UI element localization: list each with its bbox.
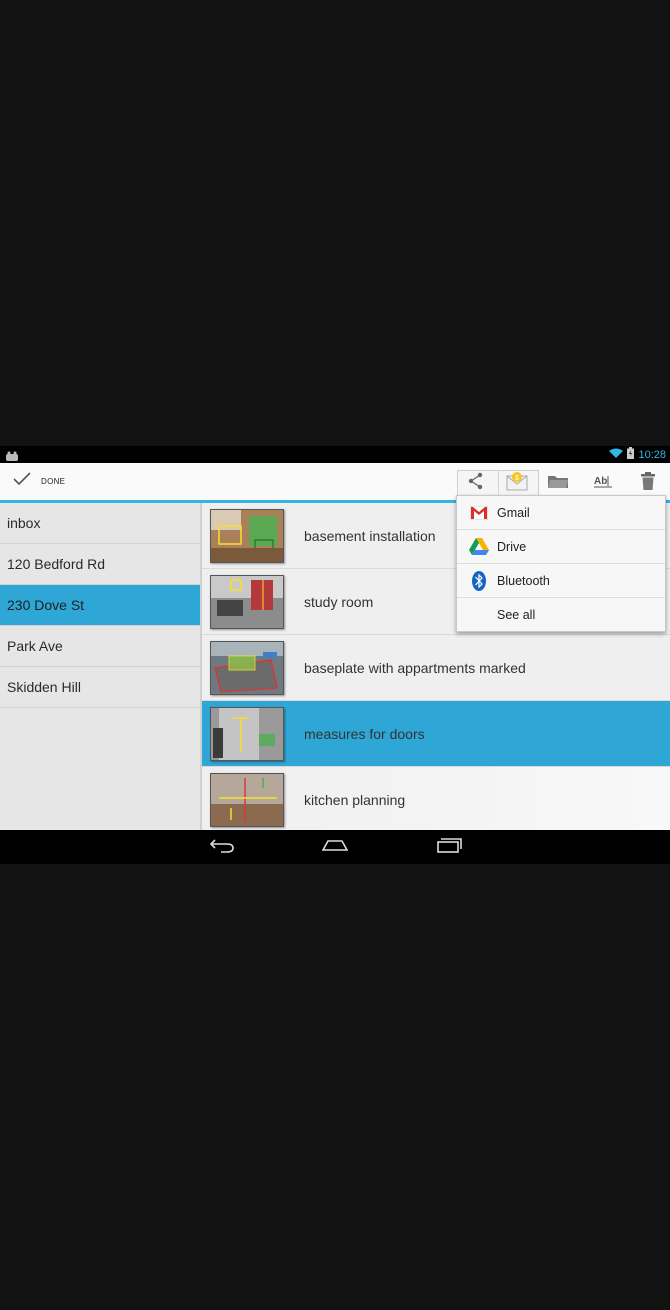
back-icon [209,837,235,858]
battery-icon [627,446,635,464]
mail-icon: $ [506,471,528,496]
navigation-bar [0,830,670,864]
share-option-drive[interactable]: Drive [457,530,665,564]
svg-text:Ab: Ab [594,476,607,487]
thumbnail-image [210,772,284,827]
folder-item-230-dove-st[interactable]: 230 Dove St [0,585,200,626]
checkmark-icon [12,471,32,492]
share-option-label: Bluetooth [497,573,550,588]
folder-label: inbox [7,515,41,531]
share-option-gmail[interactable]: Gmail [457,496,665,530]
thumbnail-image [210,706,284,761]
share-button[interactable] [460,471,492,495]
rename-button[interactable]: Ab [587,471,619,495]
list-item[interactable]: baseplate with appartments marked [202,635,670,701]
move-to-folder-button[interactable] [542,471,574,495]
share-action-provider: $ [457,470,539,496]
folder-item-skidden-hill[interactable]: Skidden Hill [0,667,200,708]
item-label: basement installation [304,527,436,544]
item-label: study room [304,593,374,610]
back-button[interactable] [208,837,236,857]
item-label: measures for doors [304,725,425,742]
list-item[interactable]: kitchen planning [202,767,670,833]
share-option-bluetooth[interactable]: Bluetooth [457,564,665,598]
folder-item-inbox[interactable]: inbox [0,503,200,544]
svg-text:$: $ [515,475,519,482]
share-option-label: See all [497,607,536,622]
bluetooth-icon [469,570,489,591]
folder-icon [547,473,569,494]
item-label: kitchen planning [304,791,406,808]
list-item[interactable]: measures for doors [202,701,670,767]
trash-icon [641,471,655,495]
gmail-icon [469,503,489,523]
folder-label: 230 Dove St [7,597,85,613]
home-icon [321,838,349,857]
folder-item-120-bedford-rd[interactable]: 120 Bedford Rd [0,544,200,585]
share-option-see-all[interactable]: See all [457,598,665,631]
done-label: DONE [41,477,66,486]
share-option-label: Drive [497,539,527,554]
done-button[interactable]: DONE [12,471,65,492]
mail-share-button[interactable]: $ [501,471,533,495]
status-time: 10:28 [638,448,666,461]
share-option-label: Gmail [497,505,530,520]
android-notification-icon [5,449,19,461]
thumbnail-image [210,640,284,695]
recent-apps-icon [436,837,462,858]
drive-icon [469,537,489,557]
folder-item-park-ave[interactable]: Park Ave [0,626,200,667]
thumbnail-image [210,574,284,629]
share-divider [498,471,499,495]
delete-button[interactable] [632,471,664,495]
item-label: baseplate with appartments marked [304,659,526,676]
folder-label: 120 Bedford Rd [7,556,106,572]
folder-list: inbox 120 Bedford Rd 230 Dove St Park Av… [0,503,202,830]
share-menu-popup: Gmail Drive Bluetooth See all [456,495,666,632]
wifi-icon [609,446,624,464]
thumbnail-image [210,508,284,563]
device-screen: 10:28 DONE $ Ab inbox 120 Bedford Rd 230… [0,446,670,864]
status-bar: 10:28 [0,446,670,463]
home-button[interactable] [321,837,349,857]
recent-apps-button[interactable] [435,837,463,857]
folder-label: Park Ave [7,638,63,654]
rename-icon: Ab [593,474,613,493]
share-icon [467,472,485,495]
folder-label: Skidden Hill [7,679,81,695]
